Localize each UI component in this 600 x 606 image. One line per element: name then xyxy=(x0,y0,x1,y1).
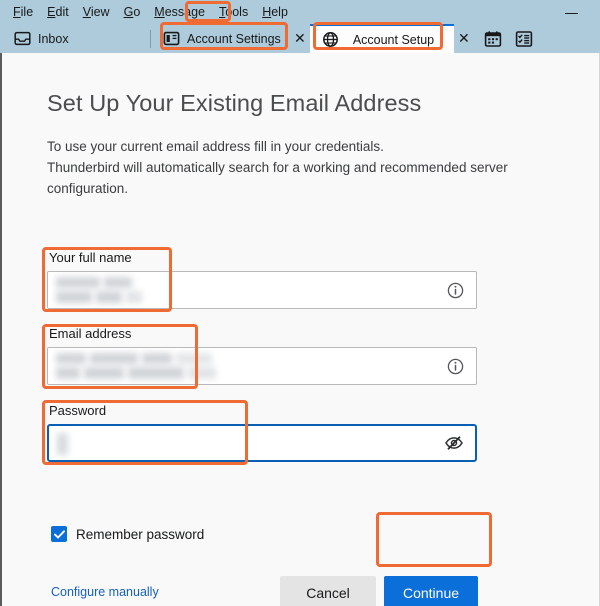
minimize-icon xyxy=(564,12,578,14)
continue-button[interactable]: Continue xyxy=(384,576,478,606)
menu-item-go[interactable]: Go xyxy=(117,2,148,22)
tab-strip: Inbox Account Settings ✕ Account Setup ✕ xyxy=(0,24,600,53)
field-password-label: Password xyxy=(49,403,107,418)
tab-inbox[interactable]: Inbox xyxy=(0,24,150,53)
hide-password-icon[interactable] xyxy=(444,433,464,453)
remember-password-row[interactable]: Remember password xyxy=(51,526,204,542)
page-title: Set Up Your Existing Email Address xyxy=(47,90,422,116)
thunderbird-window: File Edit View Go Message Tools Help Inb… xyxy=(0,0,600,606)
field-email-address-label: Email address xyxy=(49,326,132,341)
info-icon[interactable] xyxy=(445,280,465,300)
checkmark-icon xyxy=(53,529,65,539)
account-setup-pane: Set Up Your Existing Email Address To us… xyxy=(0,53,600,606)
tab-account-settings[interactable]: Account Settings xyxy=(151,24,290,53)
menu-item-edit[interactable]: Edit xyxy=(40,2,76,22)
menu-bar: File Edit View Go Message Tools Help xyxy=(0,0,600,24)
menu-item-message[interactable]: Message xyxy=(147,2,212,22)
menu-item-tools[interactable]: Tools xyxy=(212,2,255,22)
tab-account-settings-label: Account Settings xyxy=(187,31,281,46)
menu-item-file[interactable]: File xyxy=(6,2,40,22)
menu-item-help[interactable]: Help xyxy=(255,2,295,22)
calendar-icon[interactable] xyxy=(484,30,502,48)
configure-manually-link[interactable]: Configure manually xyxy=(51,585,159,599)
cancel-button[interactable]: Cancel xyxy=(280,576,376,606)
remember-password-checkbox[interactable] xyxy=(51,526,67,542)
field-full-name: Your full name xyxy=(47,249,477,309)
menu-item-view[interactable]: View xyxy=(76,2,117,22)
field-full-name-label: Your full name xyxy=(49,250,132,265)
page-description: To use your current email address fill i… xyxy=(47,136,575,199)
tab-account-setup[interactable]: Account Setup xyxy=(309,24,454,53)
minimize-button[interactable] xyxy=(556,4,586,22)
remember-password-label: Remember password xyxy=(76,526,205,542)
field-email-address: Email address xyxy=(47,325,477,385)
inbox-icon xyxy=(14,31,31,46)
info-icon[interactable] xyxy=(445,356,465,376)
tab-inbox-label: Inbox xyxy=(38,31,69,46)
window-chrome: File Edit View Go Message Tools Help Inb… xyxy=(0,0,600,53)
full-name-input[interactable] xyxy=(47,271,477,309)
page-description-line2: Thunderbird will automatically search fo… xyxy=(47,160,508,196)
account-settings-icon xyxy=(163,31,180,46)
password-input[interactable] xyxy=(47,424,477,462)
tab-account-settings-close[interactable]: ✕ xyxy=(290,24,310,53)
tasks-icon[interactable] xyxy=(515,30,533,48)
email-address-input[interactable] xyxy=(47,347,477,385)
field-password: Password xyxy=(47,402,477,462)
tabstrip-toolbar xyxy=(474,24,533,53)
globe-icon xyxy=(322,32,338,47)
tab-account-setup-close[interactable]: ✕ xyxy=(454,24,474,53)
tab-account-setup-label: Account Setup xyxy=(352,32,435,47)
page-description-line1: To use your current email address fill i… xyxy=(47,139,384,154)
